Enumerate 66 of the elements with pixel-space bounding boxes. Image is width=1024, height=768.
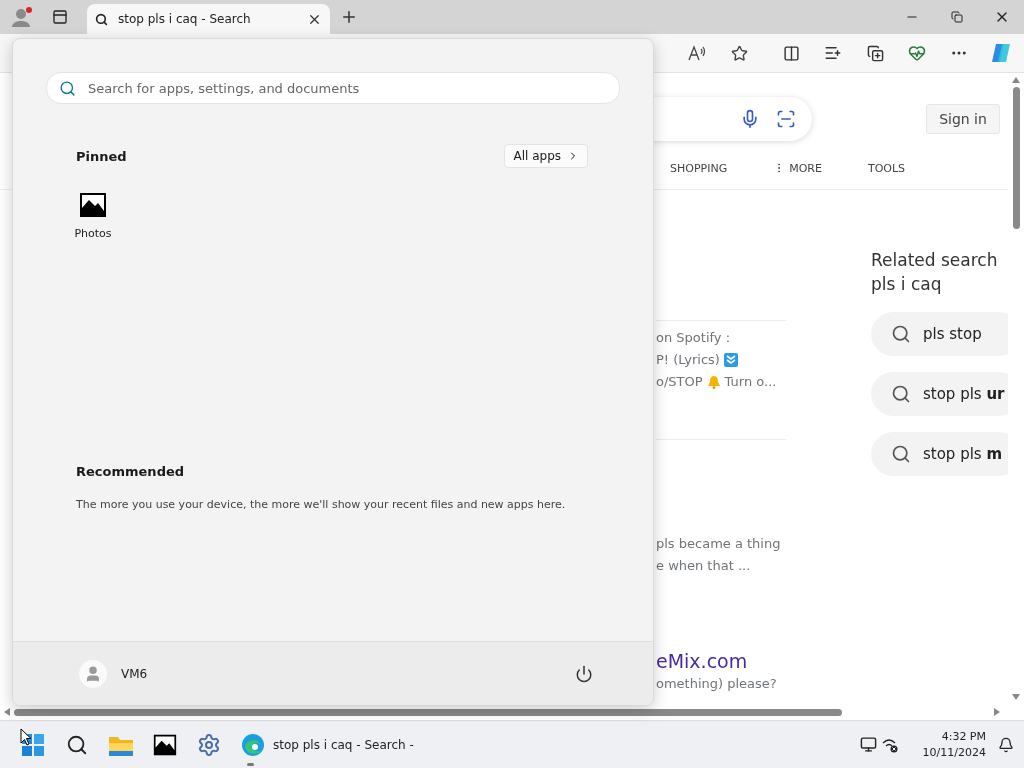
search-icon (891, 324, 911, 344)
person-icon (84, 664, 102, 683)
restore-icon[interactable] (950, 11, 963, 23)
related-query: pls i caq (871, 273, 943, 296)
search-icon (95, 12, 108, 26)
nav-tab[interactable]: SHOPPING (670, 161, 728, 175)
tab-actions-icon[interactable] (52, 9, 68, 25)
taskbar-window-label[interactable]: stop pls i caq - Search - (273, 737, 414, 752)
result-snippet: pls became a thing (656, 535, 781, 553)
all-apps-button[interactable]: All apps (504, 144, 588, 168)
related-search-chip[interactable]: pls stop (871, 312, 1008, 356)
network-off-icon[interactable] (880, 736, 899, 753)
scroll-thumb[interactable] (14, 708, 842, 716)
cursor-icon (20, 728, 32, 746)
scroll-right-icon[interactable] (994, 708, 1000, 716)
start-search-box[interactable]: Search for apps, settings, and documents (46, 72, 620, 104)
scroll-thumb[interactable] (1012, 87, 1020, 229)
user-name[interactable]: VM6 (121, 666, 148, 681)
scroll-down-icon[interactable] (1012, 694, 1020, 700)
edge-icon[interactable] (241, 732, 265, 757)
result-snippet: Turn o... (724, 373, 777, 391)
result-snippet: e when that ... (656, 557, 751, 575)
search-icon (59, 79, 76, 97)
section-title: Recommended (76, 463, 185, 479)
result-snippet: on Spotify : (656, 329, 731, 347)
power-icon[interactable] (575, 664, 593, 683)
result-snippet: omething) please? (656, 675, 777, 693)
download-emoji-icon (723, 353, 738, 367)
nav-tab[interactable]: MORE (773, 161, 822, 175)
related-search-chip[interactable]: stop pls m (871, 432, 1008, 476)
heart-icon[interactable] (908, 44, 926, 62)
result-snippet: o/STOP (656, 373, 703, 391)
clock-date[interactable]: 10/11/2024 (922, 744, 986, 761)
pinned-app[interactable]: Photos (72, 191, 114, 240)
settings-icon[interactable] (197, 732, 221, 757)
notification-bell-icon[interactable] (998, 736, 1014, 753)
new-tab-icon[interactable] (340, 8, 358, 26)
camera-search-icon[interactable] (776, 109, 796, 129)
start-search-field[interactable]: Search for apps, settings, and documents (86, 79, 619, 97)
clock-time[interactable]: 4:32 PM (941, 728, 986, 745)
user-avatar[interactable] (79, 659, 107, 688)
related-search-chip[interactable]: stop pls ur (871, 372, 1008, 416)
collections-icon[interactable] (866, 44, 884, 62)
photo-icon (79, 191, 107, 219)
related-heading: Related search (871, 249, 999, 272)
split-screen-icon[interactable] (782, 44, 800, 62)
recommended-message: The more you use your device, the more we'll show your recent files and new apps here. (76, 498, 567, 511)
browser-tab[interactable]: stop pls i caq - Search (87, 4, 330, 34)
profile-icon[interactable] (11, 6, 33, 28)
read-aloud-icon[interactable] (688, 45, 706, 61)
photo-icon[interactable] (153, 732, 177, 757)
search-icon (891, 384, 911, 404)
result-title-link[interactable]: eMix.com (656, 649, 786, 673)
nav-tab[interactable]: TOOLS (867, 161, 906, 175)
result-snippet: P! (Lyrics) (656, 351, 720, 369)
search-icon[interactable] (66, 733, 88, 756)
search-icon (891, 444, 911, 464)
favorites-icon[interactable] (824, 44, 842, 62)
scroll-up-icon[interactable] (1012, 77, 1020, 83)
sign-in-button[interactable]: Sign in (926, 104, 1000, 134)
microphone-icon[interactable] (740, 109, 760, 129)
scroll-left-icon[interactable] (4, 708, 10, 716)
section-title: Pinned (76, 148, 127, 164)
bell-emoji-icon (706, 375, 721, 389)
monitor-icon[interactable] (859, 736, 877, 753)
star-icon[interactable] (730, 44, 748, 62)
